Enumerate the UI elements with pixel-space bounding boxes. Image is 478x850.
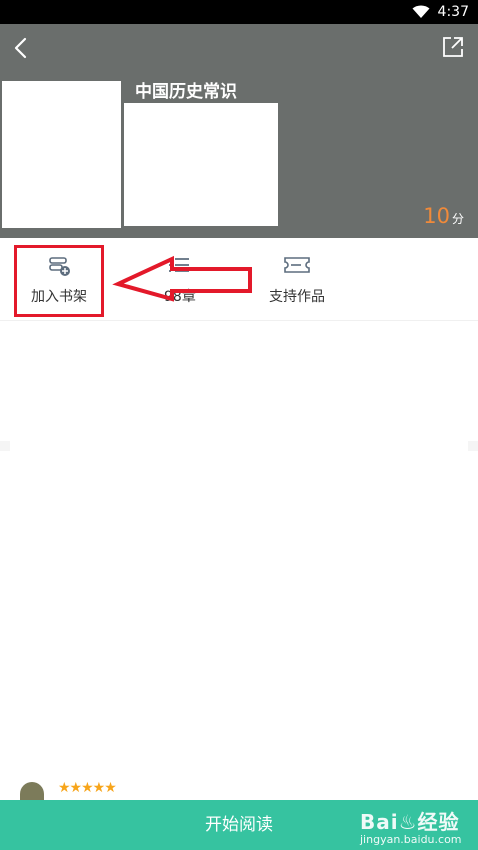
book-cover-image-secondary — [124, 103, 278, 226]
score-value: 10 — [423, 204, 450, 228]
share-icon[interactable] — [442, 36, 464, 58]
score-unit: 分 — [451, 212, 464, 226]
book-title: 中国历史常识 — [135, 82, 237, 102]
annotation-arrow — [112, 255, 252, 302]
support-work-label: 支持作品 — [269, 289, 325, 305]
status-bar: 4:37 — [0, 0, 478, 24]
rating-stars: ★★★★★ — [58, 780, 117, 796]
watermark-url: jingyan.baidu.com — [360, 833, 462, 846]
bottom-bar: 开始阅读 Bai♨经验 jingyan.baidu.com — [0, 800, 478, 850]
avatar — [14, 778, 50, 800]
wifi-icon — [412, 5, 430, 18]
book-cover-image — [2, 81, 121, 228]
support-work-button[interactable]: 支持作品 — [262, 238, 342, 320]
watermark: Bai♨经验 jingyan.baidu.com — [360, 806, 462, 846]
divider-mark — [468, 441, 478, 451]
ticket-icon — [284, 257, 310, 273]
back-arrow-icon[interactable] — [12, 36, 32, 60]
watermark-logo: Bai♨经验 — [360, 810, 460, 834]
book-header: 中国历史常识 10 分 — [0, 24, 478, 238]
book-score: 10 分 — [423, 204, 464, 228]
annotation-highlight-box — [14, 245, 104, 317]
status-time: 4:37 — [437, 4, 469, 20]
divider-mark — [0, 441, 10, 451]
